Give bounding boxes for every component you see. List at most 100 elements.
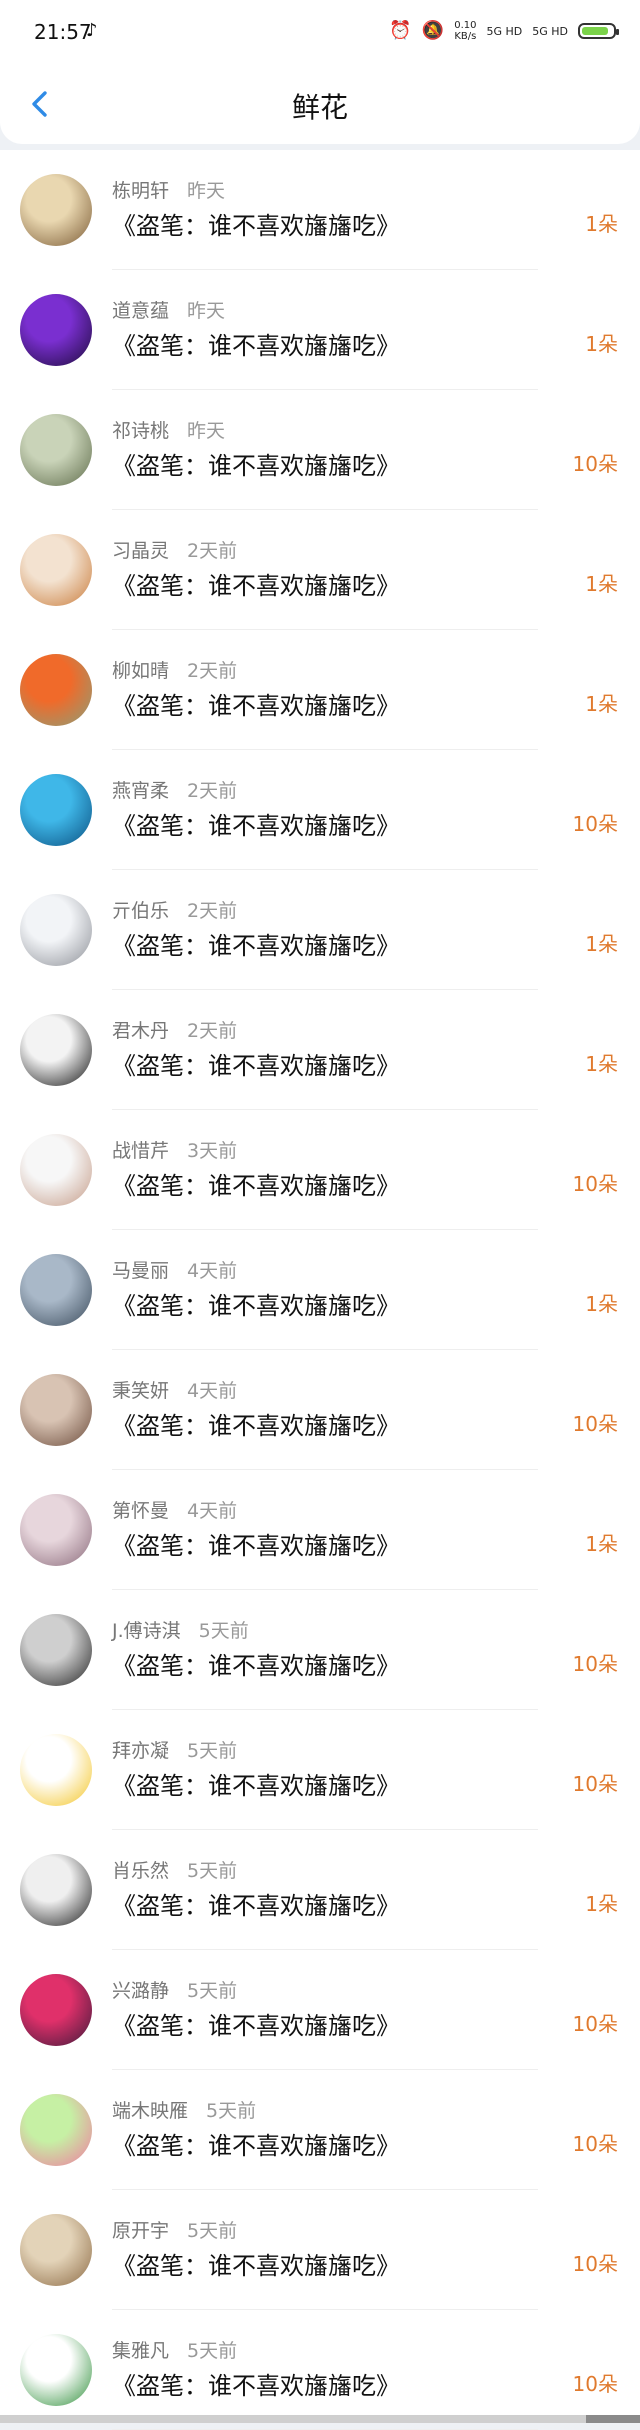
timestamp: 2天前: [187, 1020, 238, 1042]
sender-name[interactable]: 亓伯乐: [112, 900, 169, 922]
avatar[interactable]: [20, 2334, 92, 2406]
book-title[interactable]: 《盗笔：谁不喜欢旛旛吃》: [112, 2366, 400, 2401]
sender-name[interactable]: 柳如晴: [112, 660, 169, 682]
sender-name[interactable]: 燕宵柔: [112, 780, 169, 802]
list-item[interactable]: J.傅诗淇 5天前 《盗笔：谁不喜欢旛旛吃》 10朵: [0, 1590, 640, 1710]
timestamp: 5天前: [187, 2220, 238, 2242]
sender-line: 马曼丽 4天前: [112, 1256, 237, 1283]
book-title[interactable]: 《盗笔：谁不喜欢旛旛吃》: [112, 1406, 400, 1441]
sender-name[interactable]: J.傅诗淇: [112, 1620, 181, 1642]
book-title[interactable]: 《盗笔：谁不喜欢旛旛吃》: [112, 1046, 400, 1081]
list-item[interactable]: 原开宇 5天前 《盗笔：谁不喜欢旛旛吃》 10朵: [0, 2190, 640, 2310]
avatar[interactable]: [20, 1494, 92, 1566]
scrollbar-thumb[interactable]: [586, 2415, 640, 2423]
sender-name[interactable]: 战惜芹: [112, 1140, 169, 1162]
avatar[interactable]: [20, 654, 92, 726]
timestamp: 5天前: [187, 1980, 238, 2002]
book-title[interactable]: 《盗笔：谁不喜欢旛旛吃》: [112, 1646, 400, 1681]
list-item[interactable]: 集雅凡 5天前 《盗笔：谁不喜欢旛旛吃》 10朵: [0, 2310, 640, 2430]
sender-name[interactable]: 习晶灵: [112, 540, 169, 562]
avatar[interactable]: [20, 414, 92, 486]
list-item[interactable]: 柳如晴 2天前 《盗笔：谁不喜欢旛旛吃》 1朵: [0, 630, 640, 750]
avatar[interactable]: [20, 294, 92, 366]
net-speed-unit: KB/s: [454, 31, 477, 42]
battery-icon: [578, 23, 619, 39]
timestamp: 2天前: [187, 900, 238, 922]
avatar[interactable]: [20, 2094, 92, 2166]
net-speed: 0.10 KB/s: [454, 20, 476, 42]
book-title[interactable]: 《盗笔：谁不喜欢旛旛吃》: [112, 2126, 400, 2161]
timestamp: 昨天: [187, 420, 226, 442]
sender-name[interactable]: 秉笑妍: [112, 1380, 169, 1402]
list-item[interactable]: 习晶灵 2天前 《盗笔：谁不喜欢旛旛吃》 1朵: [0, 510, 640, 630]
timestamp: 5天前: [187, 2340, 238, 2362]
book-title[interactable]: 《盗笔：谁不喜欢旛旛吃》: [112, 566, 400, 601]
flower-count: 10朵: [572, 1412, 618, 1436]
book-title[interactable]: 《盗笔：谁不喜欢旛旛吃》: [112, 1886, 400, 1921]
avatar[interactable]: [20, 534, 92, 606]
sender-name[interactable]: 兴潞静: [112, 1980, 169, 2002]
list-item[interactable]: 第怀曼 4天前 《盗笔：谁不喜欢旛旛吃》 1朵: [0, 1470, 640, 1590]
flower-count: 1朵: [585, 572, 618, 596]
flower-count: 1朵: [585, 1292, 618, 1316]
list-item[interactable]: 拜亦凝 5天前 《盗笔：谁不喜欢旛旛吃》 10朵: [0, 1710, 640, 1830]
sender-line: 集雅凡 5天前: [112, 2336, 237, 2363]
book-title[interactable]: 《盗笔：谁不喜欢旛旛吃》: [112, 1286, 400, 1321]
book-title[interactable]: 《盗笔：谁不喜欢旛旛吃》: [112, 2006, 400, 2041]
sender-name[interactable]: 肖乐然: [112, 1860, 169, 1882]
timestamp: 5天前: [187, 1860, 238, 1882]
list-item[interactable]: 燕宵柔 2天前 《盗笔：谁不喜欢旛旛吃》 10朵: [0, 750, 640, 870]
book-title[interactable]: 《盗笔：谁不喜欢旛旛吃》: [112, 446, 400, 481]
book-title[interactable]: 《盗笔：谁不喜欢旛旛吃》: [112, 1766, 400, 1801]
avatar[interactable]: [20, 1014, 92, 1086]
flower-count: 10朵: [572, 2012, 618, 2036]
sender-name[interactable]: 第怀曼: [112, 1500, 169, 1522]
flower-count: 1朵: [585, 212, 618, 236]
book-title[interactable]: 《盗笔：谁不喜欢旛旛吃》: [112, 926, 400, 961]
book-title[interactable]: 《盗笔：谁不喜欢旛旛吃》: [112, 326, 400, 361]
list-item[interactable]: 肖乐然 5天前 《盗笔：谁不喜欢旛旛吃》 1朵: [0, 1830, 640, 1950]
list-item[interactable]: 兴潞静 5天前《盗笔：谁不喜欢旛旛吃》 10朵: [0, 1950, 640, 2070]
sender-name[interactable]: 原开宇: [112, 2220, 169, 2242]
avatar[interactable]: [20, 1134, 92, 1206]
list-item[interactable]: 秉笑妍 4天前《盗笔：谁不喜欢旛旛吃》 10朵: [0, 1350, 640, 1470]
sender-name[interactable]: 栋明轩: [112, 180, 169, 202]
list-item[interactable]: 栋明轩 昨天《盗笔：谁不喜欢旛旛吃》 1朵: [0, 150, 640, 270]
avatar[interactable]: [20, 1374, 92, 1446]
sender-name[interactable]: 拜亦凝: [112, 1740, 169, 1762]
avatar[interactable]: [20, 1614, 92, 1686]
timestamp: 4天前: [187, 1260, 238, 1282]
list-item[interactable]: 端木映雁 5天前 《盗笔：谁不喜欢旛旛吃》 10朵: [0, 2070, 640, 2190]
sender-name[interactable]: 君木丹: [112, 1020, 169, 1042]
list-item[interactable]: 道意蕴 昨天 《盗笔：谁不喜欢旛旛吃》 1朵: [0, 270, 640, 390]
avatar[interactable]: [20, 1254, 92, 1326]
sender-name[interactable]: 马曼丽: [112, 1260, 169, 1282]
sender-name[interactable]: 道意蕴: [112, 300, 169, 322]
avatar[interactable]: [20, 774, 92, 846]
avatar[interactable]: [20, 2214, 92, 2286]
avatar[interactable]: [20, 894, 92, 966]
list-item[interactable]: 战惜芹 3天前 《盗笔：谁不喜欢旛旛吃》 10朵: [0, 1110, 640, 1230]
book-title[interactable]: 《盗笔：谁不喜欢旛旛吃》: [112, 1166, 400, 1201]
timestamp: 昨天: [187, 180, 226, 202]
sender-line: 秉笑妍 4天前: [112, 1376, 237, 1403]
sender-name[interactable]: 集雅凡: [112, 2340, 169, 2362]
avatar[interactable]: [20, 1854, 92, 1926]
book-title[interactable]: 《盗笔：谁不喜欢旛旛吃》: [112, 1526, 400, 1561]
list-item[interactable]: 马曼丽 4天前《盗笔：谁不喜欢旛旛吃》 1朵: [0, 1230, 640, 1350]
avatar[interactable]: [20, 174, 92, 246]
alarm-icon: ⏰: [389, 20, 412, 41]
list-item[interactable]: 祁诗桃 昨天 《盗笔：谁不喜欢旛旛吃》 10朵: [0, 390, 640, 510]
avatar[interactable]: [20, 1734, 92, 1806]
book-title[interactable]: 《盗笔：谁不喜欢旛旛吃》: [112, 206, 400, 241]
avatar[interactable]: [20, 1974, 92, 2046]
book-title[interactable]: 《盗笔：谁不喜欢旛旛吃》: [112, 2246, 400, 2281]
list-item[interactable]: 君木丹 2天前 《盗笔：谁不喜欢旛旛吃》 1朵: [0, 990, 640, 1110]
sender-name[interactable]: 祁诗桃: [112, 420, 169, 442]
book-title[interactable]: 《盗笔：谁不喜欢旛旛吃》: [112, 806, 400, 841]
timestamp: 3天前: [187, 1140, 238, 1162]
sender-name[interactable]: 端木映雁: [112, 2100, 188, 2122]
list-item[interactable]: 亓伯乐 2天前 《盗笔：谁不喜欢旛旛吃》 1朵: [0, 870, 640, 990]
scrollbar[interactable]: [0, 2415, 640, 2423]
book-title[interactable]: 《盗笔：谁不喜欢旛旛吃》: [112, 686, 400, 721]
